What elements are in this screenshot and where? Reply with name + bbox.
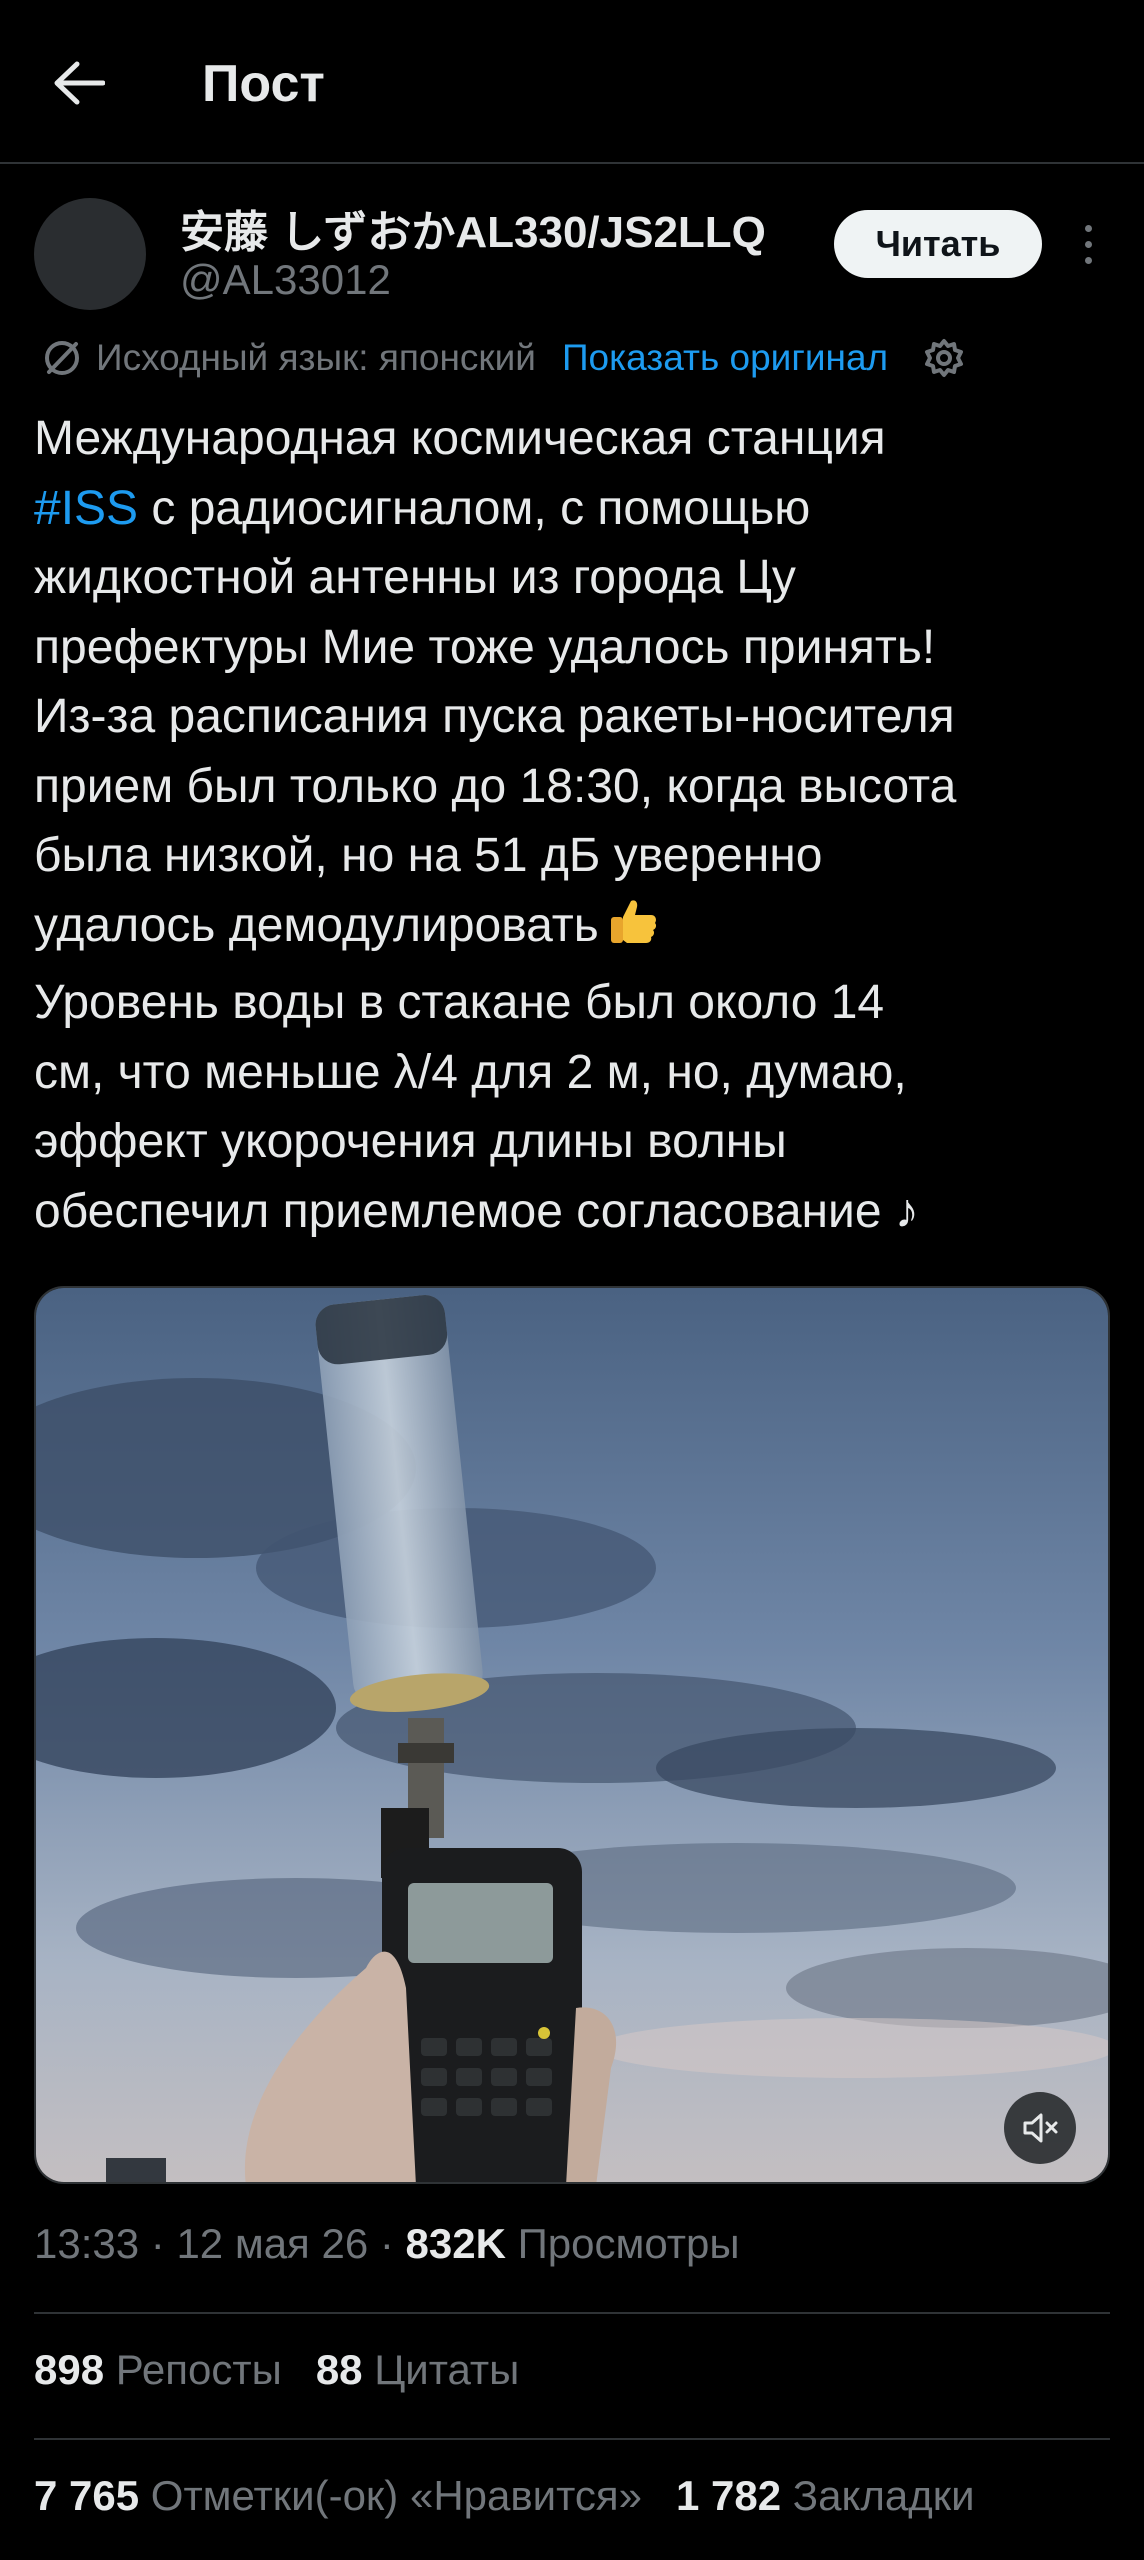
likes-count: 7 765 <box>34 2472 140 2519</box>
gear-icon[interactable] <box>922 336 966 380</box>
arrow-left-icon <box>54 61 105 105</box>
divider <box>34 2438 1110 2440</box>
reposts-quotes-row: 898 Репосты 88 Цитаты <box>34 2346 519 2394</box>
reposts-count: 898 <box>34 2346 105 2393</box>
reposts-label: Репосты <box>115 2346 282 2393</box>
avatar[interactable] <box>34 198 146 310</box>
post-line: Из-за расписания пуска ракеты-носителя <box>34 690 955 743</box>
more-options-button[interactable] <box>1072 212 1104 276</box>
thumbs-up-emoji <box>605 893 661 969</box>
translation-row: Исходный язык: японский Показать оригина… <box>40 330 966 386</box>
post-line: эффект укорочения длины волны <box>34 1115 787 1168</box>
bookmarks-label: Закладки <box>792 2472 975 2519</box>
hashtag-link[interactable]: #ISS <box>34 482 138 535</box>
post-time: 13:33 <box>34 2220 140 2267</box>
more-dots-icon <box>1084 224 1092 232</box>
likes-stat[interactable]: 7 765 Отметки(-ок) «Нравится» <box>34 2472 642 2519</box>
more-dots-icon-dot <box>1084 256 1092 264</box>
show-original-link[interactable]: Показать оригинал <box>562 337 888 379</box>
more-dots-icon-dot <box>1084 240 1092 248</box>
post-text: Международная космическая станция #ISS с… <box>34 404 1124 1246</box>
post-line: прием был только до 18:30, когда высота <box>34 759 957 813</box>
likes-bookmarks-row: 7 765 Отметки(-ок) «Нравится» 1 782 Закла… <box>34 2472 975 2520</box>
post-line: Международная космическая станция <box>34 412 886 465</box>
post-video[interactable] <box>34 1286 1110 2184</box>
translation-label: Исходный язык: японский <box>96 337 536 378</box>
quotes-label: Цитаты <box>374 2346 520 2393</box>
post-line: #ISS с радиосигналом, с помощью <box>34 474 1124 544</box>
mute-button[interactable] <box>1004 2092 1076 2164</box>
author-name[interactable]: 安藤 しずおかAL330/JS2LLQ <box>180 196 766 260</box>
quotes-stat[interactable]: 88 Цитаты <box>316 2346 520 2393</box>
translate-icon <box>45 341 79 375</box>
divider <box>34 2312 1110 2314</box>
bookmarks-stat[interactable]: 1 782 Закладки <box>676 2472 975 2519</box>
post-meta: 13:33 · 12 мая 26 · 832K Просмотры <box>34 2220 740 2267</box>
author-handle[interactable]: @AL33012 <box>180 256 391 304</box>
video-frame-image <box>36 1288 1108 2182</box>
views-count: 832K <box>405 2220 506 2267</box>
likes-label: Отметки(-ок) «Нравится» <box>150 2472 643 2519</box>
top-bar: Пост <box>0 0 1144 164</box>
post-line: обеспечил приемлемое согласование ♪ <box>34 1184 919 1238</box>
post-line-text: с радиосигналом, с помощью <box>138 481 811 535</box>
follow-button[interactable]: Читать <box>834 210 1042 278</box>
post-line: жидкостной антенны из города Цу <box>34 551 796 604</box>
post-line: была низкой, но на 51 дБ уверенно <box>34 829 823 882</box>
post-line: префектуры Мие тоже удалось принять! <box>34 620 936 674</box>
post-line: удалось демодулировать <box>34 891 1124 969</box>
reposts-stat[interactable]: 898 Репосты <box>34 2346 282 2393</box>
quotes-count: 88 <box>315 2346 363 2393</box>
speaker-muted-icon <box>1023 2113 1058 2143</box>
bookmarks-count: 1 782 <box>676 2472 782 2519</box>
post-line-text: удалось демодулировать <box>34 898 599 952</box>
views-label[interactable]: Просмотры <box>518 2220 740 2267</box>
back-button[interactable] <box>40 44 118 122</box>
post-line: Уровень воды в стакане был около 14 <box>34 976 885 1029</box>
post-line: см, что меньше λ/4 для 2 м, но, думаю, <box>34 1045 907 1099</box>
post-date: 12 мая 26 <box>176 2220 369 2267</box>
page-title: Пост <box>202 55 325 113</box>
